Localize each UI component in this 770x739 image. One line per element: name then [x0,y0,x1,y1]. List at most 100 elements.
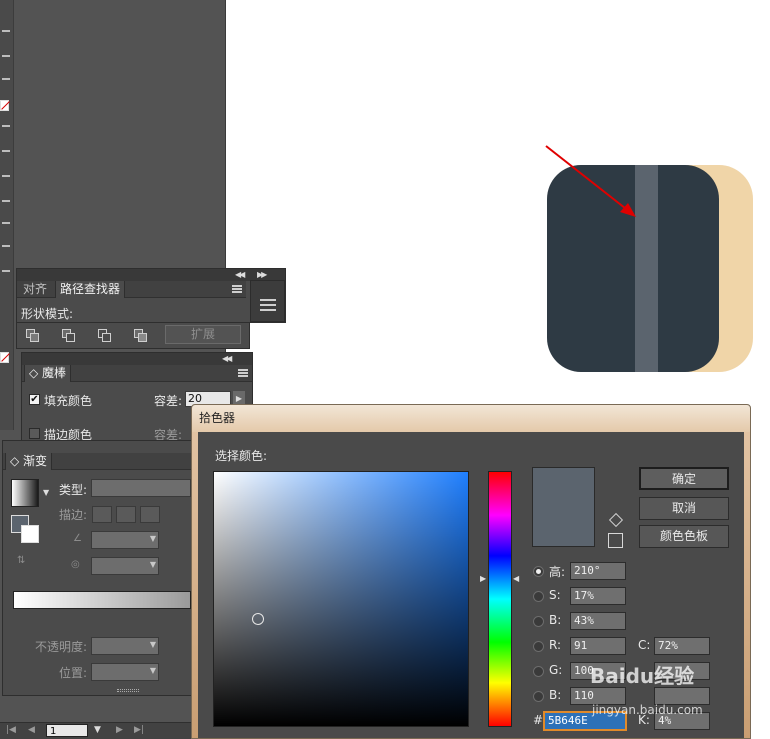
aspect-ratio-select[interactable] [91,557,159,575]
type-label: 类型: [59,483,88,497]
cyan-input[interactable]: 72% [654,637,710,655]
reverse-gradient-icon[interactable]: ⇅ [17,555,31,569]
next-page-icon[interactable]: ▶ [116,725,123,735]
pathfinder-tabbar: 对齐 路径查找器 [17,281,246,298]
hue-slider-left-arrow-icon[interactable]: ▶ [480,574,486,583]
dialog-title[interactable]: 拾色器 [192,405,750,432]
tab-pathfinder[interactable]: 路径查找器 [55,281,126,298]
tool-icon[interactable] [2,222,10,224]
tool-icon[interactable] [2,150,10,152]
expand-icon[interactable]: ▶▶ [257,270,267,279]
last-page-icon[interactable]: ▶| [134,725,144,735]
green-label: G: [549,663,563,677]
panel-menu-icon[interactable] [238,369,248,377]
shape-modes-label: 形状模式: [21,307,74,321]
saturation-brightness-field[interactable] [213,471,469,727]
fill-stroke-icon[interactable] [0,100,9,111]
intersect-icon[interactable] [97,328,113,342]
panel-header[interactable]: ◀◀ ▶▶ [17,269,285,281]
resize-grip-icon[interactable] [117,689,139,692]
red-radio[interactable] [533,641,544,652]
gradient-slider[interactable] [13,591,191,609]
hue-radio[interactable] [533,566,544,577]
red-input[interactable]: 91 [570,637,626,655]
collapse-icon[interactable]: ◀◀ [235,270,245,279]
green-radio[interactable] [533,666,544,677]
stroke-within-icon[interactable] [92,506,112,523]
stroke-swatch-icon[interactable] [21,525,39,543]
tool-icon[interactable] [2,270,10,272]
blue-radio[interactable] [533,691,544,702]
watermark-url: jingyan.baidu.com [592,703,703,717]
tab-label: 魔棒 [42,366,67,380]
exclude-icon[interactable] [133,328,149,342]
tolerance-label: 容差: [154,394,183,408]
cancel-button[interactable]: 取消 [639,497,729,520]
panel-dock-button[interactable] [250,280,285,322]
position-select[interactable] [91,663,159,681]
fill-color-label: 填充颜色 [44,394,93,408]
position-label: 位置: [59,666,88,680]
gradient-dropdown-icon[interactable]: ▼ [43,488,49,497]
red-label: R: [549,638,562,652]
angle-icon: ∠ [73,533,82,544]
tab-magic-wand[interactable]: ◇ 魔棒 [24,365,72,382]
type-select[interactable] [91,479,191,497]
hue-slider[interactable] [488,471,512,727]
tools-panel [0,0,14,430]
gradient-tabbar: ◇ 渐变 [3,453,196,470]
tab-align[interactable]: 对齐 [19,281,51,298]
color-cursor[interactable] [252,613,264,625]
tool-icon[interactable] [2,245,10,247]
minus-front-icon[interactable] [61,328,77,342]
fill-color-checkbox[interactable]: ✔ [29,394,40,405]
fill-stroke-icon[interactable] [0,352,9,363]
panel-menu-icon[interactable] [232,285,242,293]
stroke-color-checkbox[interactable] [29,428,40,439]
tool-icon[interactable] [2,175,10,177]
shape-modes-row: 扩展 [16,323,250,349]
baidu-watermark: Baidu经验 [590,664,695,688]
saturation-radio[interactable] [533,591,544,602]
tool-icon[interactable] [2,78,10,80]
hue-slider-right-arrow-icon[interactable]: ◀ [513,574,519,583]
hex-label: # [533,713,544,727]
web-safe-color-icon[interactable] [608,533,623,548]
collapse-icon[interactable]: ◀◀ [222,354,232,363]
stroke-across-icon[interactable] [140,506,160,523]
opacity-select[interactable] [91,637,159,655]
stroke-along-icon[interactable] [116,506,136,523]
page-number-field[interactable]: 1 [46,724,88,737]
stroke-label: 描边: [59,508,88,522]
color-preview-swatch [532,467,595,547]
brightness-input[interactable]: 43% [570,612,626,630]
gradient-panel: ◇ 渐变 ▼ 类型: 描边: ∠ ◎ ⇅ 不透明度: 位置: [2,440,197,696]
saturation-input[interactable]: 17% [570,587,626,605]
prev-page-icon[interactable]: ◀ [28,725,35,735]
hue-label: 高: [549,565,566,579]
unite-icon[interactable] [25,328,41,342]
panel-header[interactable]: ◀◀ [22,353,252,365]
red-annotation-arrow [545,145,636,217]
page-dropdown-icon[interactable]: ▼ [94,725,101,735]
ok-button[interactable]: 确定 [639,467,729,490]
first-page-icon[interactable]: |◀ [6,725,16,735]
opacity-label: 不透明度: [35,640,88,654]
tool-icon[interactable] [2,125,10,127]
tool-icon[interactable] [2,55,10,57]
out-of-gamut-cube-icon[interactable] [608,512,624,528]
tab-gradient[interactable]: ◇ 渐变 [5,453,53,470]
tab-label: 渐变 [23,454,48,468]
dialog-frame [744,432,750,738]
brightness-radio[interactable] [533,616,544,627]
dialog-frame [192,432,198,738]
expand-button[interactable]: 扩展 [165,325,241,344]
brightness-label: B: [549,613,562,627]
hue-input[interactable]: 210° [570,562,626,580]
angle-select[interactable] [91,531,159,549]
color-swatches-button[interactable]: 颜色色板 [639,525,729,548]
blue-label: B: [549,688,562,702]
tool-icon[interactable] [2,30,10,32]
gradient-preview-swatch[interactable] [11,479,39,507]
tool-icon[interactable] [2,200,10,202]
